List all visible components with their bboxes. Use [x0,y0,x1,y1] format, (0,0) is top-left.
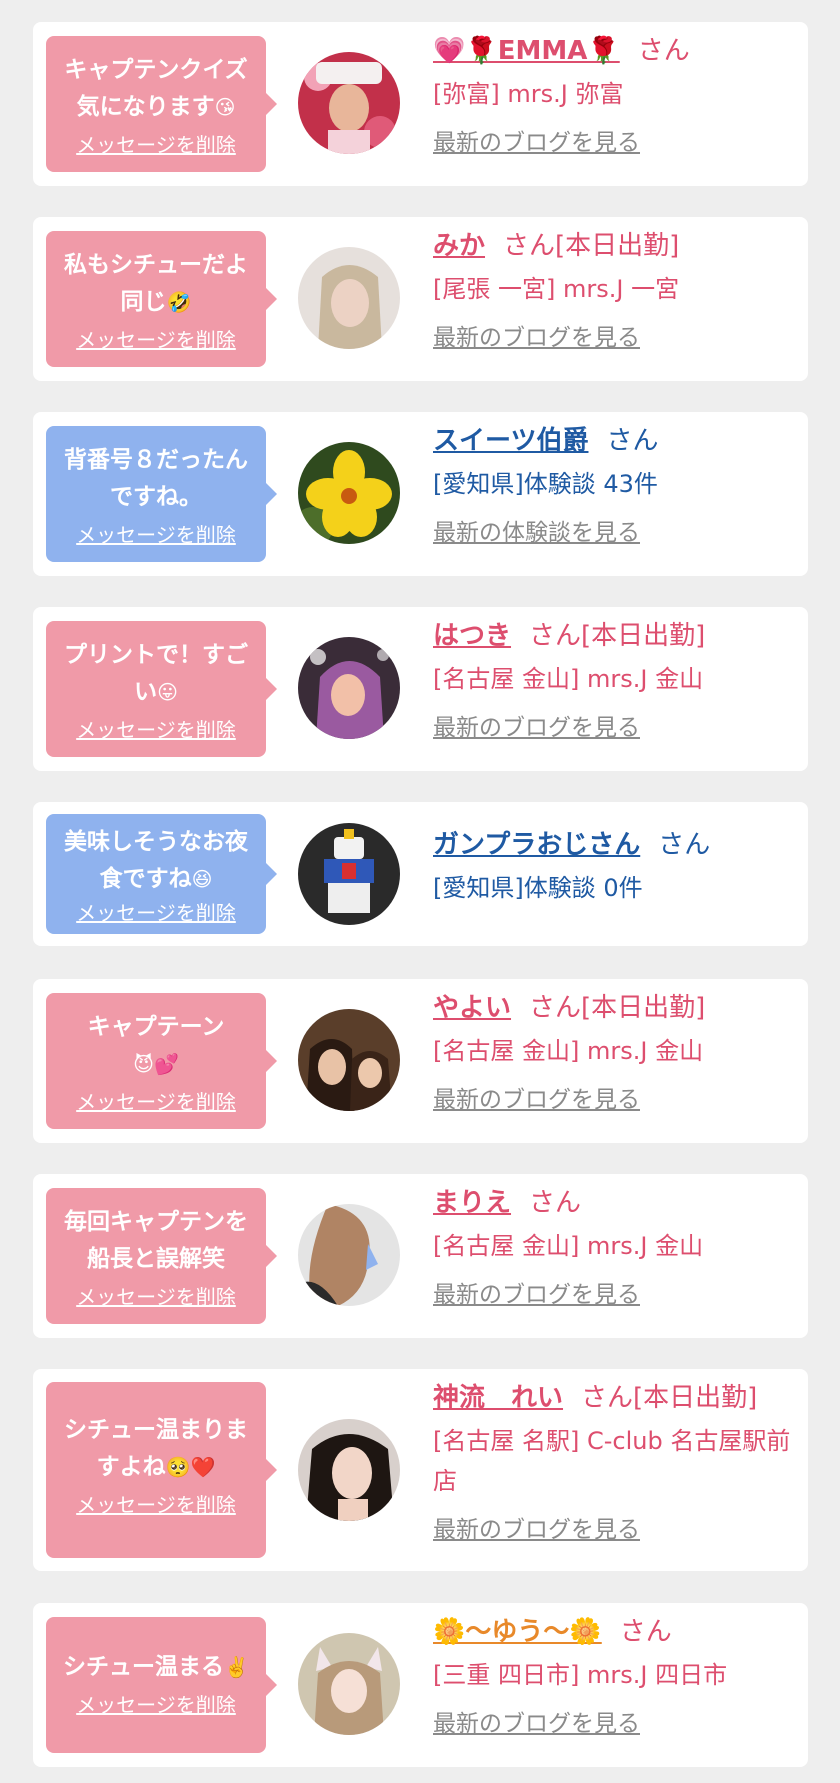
avatar-yayoi-icon [298,1009,400,1111]
avatar[interactable] [298,1419,400,1521]
avatar[interactable] [298,1204,400,1306]
message-bubble: 美味しそうなお夜 食ですね😆 メッセージを削除 [46,814,277,934]
avatar-yuu-icon [298,1633,400,1735]
delete-message-button[interactable]: メッセージを削除 [56,1692,256,1718]
sender-suffix: さん[本日出勤] [581,1383,758,1413]
message-card: 美味しそうなお夜 食ですね😆 メッセージを削除 ガンプラおじさん さん [愛知県]… [33,802,808,946]
message-bubble: 毎回キャプテンを 船長と誤解笑 メッセージを削除 [46,1188,277,1324]
sender-suffix: さん [637,36,690,66]
message-text: シチュー温まりま すよね🥺❤️ [64,1417,248,1480]
sender-name-link[interactable]: はつき [433,621,511,651]
sender-shop: [名古屋 金山] mrs.J 金山 [433,1037,704,1065]
avatar[interactable] [298,247,400,349]
sender-info: はつき さん[本日出勤] [名古屋 金山] mrs.J 金山 最新のブログを見る [433,619,798,743]
sender-name-link[interactable]: ガンプラおじさん [433,830,640,860]
sender-shop: [名古屋 金山] mrs.J 金山 [433,665,704,693]
sender-info: 🌼〜ゆう〜🌼 さん [三重 四日市] mrs.J 四日市 最新のブログを見る [433,1615,798,1739]
latest-post-link[interactable]: 最新のブログを見る [433,1709,798,1739]
sender-name-link[interactable]: 神流 れい [433,1383,563,1413]
sender-name-link[interactable]: やよい [433,993,511,1023]
avatar-gundam-icon [298,823,400,925]
delete-message-button[interactable]: メッセージを削除 [56,132,256,158]
latest-post-link[interactable]: 最新のブログを見る [433,1515,798,1545]
sender-shop: [弥富] mrs.J 弥富 [433,80,624,108]
sender-suffix: さん[本日出勤] [529,993,706,1023]
avatar[interactable] [298,637,400,739]
delete-message-button[interactable]: メッセージを削除 [56,522,256,548]
message-text: シチュー温まる✌️ [63,1654,249,1680]
latest-review-link[interactable]: 最新の体験談を見る [433,518,798,548]
sender-shop: [愛知県]体験談 0件 [433,874,643,902]
message-bubble: 背番号８だったん ですね。 メッセージを削除 [46,426,277,562]
sender-suffix: さん[本日出勤] [503,231,680,261]
sender-suffix: さん[本日出勤] [529,621,706,651]
sender-info: 神流 れい さん[本日出勤] [名古屋 名駅] C-club 名古屋駅前店 最新の… [433,1381,798,1545]
message-text: 美味しそうなお夜 食ですね😆 [64,829,248,892]
sender-info: 💗🌹EMMA🌹 さん [弥富] mrs.J 弥富 最新のブログを見る [433,34,798,158]
avatar-marie-icon [298,1204,400,1306]
sender-info: スイーツ伯爵 さん [愛知県]体験談 43件 最新の体験談を見る [433,424,798,548]
sender-info: やよい さん[本日出勤] [名古屋 金山] mrs.J 金山 最新のブログを見る [433,991,798,1115]
message-card: 背番号８だったん ですね。 メッセージを削除 スイーツ伯爵 さん [愛知県]体験談… [33,412,808,576]
message-bubble: キャプテーン 😈💕 メッセージを削除 [46,993,277,1129]
message-text: 毎回キャプテンを 船長と誤解笑 [64,1209,248,1272]
avatar-emma-icon [298,52,400,154]
sender-suffix: さん [529,1188,582,1218]
sender-shop: [尾張 一宮] mrs.J 一宮 [433,275,680,303]
message-card: 毎回キャプテンを 船長と誤解笑 メッセージを削除 まりえ さん [名古屋 金山] … [33,1174,808,1338]
avatar-yellow-flower-icon [298,442,400,544]
message-list: キャプテンクイズ 気になります😘 メッセージを削除 💗🌹EMMA🌹 さん [弥富]… [0,0,840,1783]
message-text: 私もシチューだよ 同じ🤣 [64,252,248,315]
sender-name-link[interactable]: まりえ [433,1188,511,1218]
latest-post-link[interactable]: 最新のブログを見る [433,1085,798,1115]
sender-name-link[interactable]: スイーツ伯爵 [433,426,588,456]
delete-message-button[interactable]: メッセージを削除 [56,1492,256,1518]
message-card: プリントで！すご い😛 メッセージを削除 はつき さん[本日出勤] [名古屋 金山… [33,607,808,771]
message-bubble: キャプテンクイズ 気になります😘 メッセージを削除 [46,36,277,172]
message-bubble: シチュー温まりま すよね🥺❤️ メッセージを削除 [46,1382,277,1558]
sender-name-link[interactable]: みか [433,231,485,261]
delete-message-button[interactable]: メッセージを削除 [56,327,256,353]
latest-post-link[interactable]: 最新のブログを見る [433,323,798,353]
avatar[interactable] [298,823,400,925]
sender-info: まりえ さん [名古屋 金山] mrs.J 金山 最新のブログを見る [433,1186,798,1310]
sender-shop: [名古屋 名駅] C-club 名古屋駅前店 [433,1427,791,1495]
message-bubble: シチュー温まる✌️ メッセージを削除 [46,1617,277,1753]
latest-post-link[interactable]: 最新のブログを見る [433,1280,798,1310]
sender-shop: [三重 四日市] mrs.J 四日市 [433,1661,728,1689]
avatar[interactable] [298,1633,400,1735]
message-text: プリントで！すご い😛 [64,642,248,705]
message-card: シチュー温まりま すよね🥺❤️ メッセージを削除 神流 れい さん[本日出勤] [… [33,1369,808,1571]
message-bubble: 私もシチューだよ 同じ🤣 メッセージを削除 [46,231,277,367]
sender-shop: [名古屋 金山] mrs.J 金山 [433,1232,704,1260]
sender-info: みか さん[本日出勤] [尾張 一宮] mrs.J 一宮 最新のブログを見る [433,229,798,353]
sender-suffix: さん [658,830,711,860]
sender-suffix: さん [606,426,659,456]
sender-name-link[interactable]: 💗🌹EMMA🌹 [433,36,620,66]
avatar[interactable] [298,1009,400,1111]
message-card: 私もシチューだよ 同じ🤣 メッセージを削除 みか さん[本日出勤] [尾張 一宮]… [33,217,808,381]
message-text: 背番号８だったん ですね。 [64,447,248,510]
avatar-rei-icon [298,1419,400,1521]
avatar-hatsuki-icon [298,637,400,739]
sender-shop: [愛知県]体験談 43件 [433,470,658,498]
delete-message-button[interactable]: メッセージを削除 [56,1089,256,1115]
message-text: キャプテンクイズ 気になります😘 [64,57,248,120]
sender-name-link[interactable]: 🌼〜ゆう〜🌼 [433,1617,602,1647]
avatar[interactable] [298,52,400,154]
delete-message-button[interactable]: メッセージを削除 [56,900,256,926]
message-bubble: プリントで！すご い😛 メッセージを削除 [46,621,277,757]
message-text: キャプテーン 😈💕 [87,1014,225,1076]
delete-message-button[interactable]: メッセージを削除 [56,1284,256,1310]
sender-info: ガンプラおじさん さん [愛知県]体験談 0件 [433,828,798,908]
message-card: キャプテンクイズ 気になります😘 メッセージを削除 💗🌹EMMA🌹 さん [弥富]… [33,22,808,186]
message-card: キャプテーン 😈💕 メッセージを削除 やよい さん[本日出勤] [名古屋 金山] … [33,979,808,1143]
avatar-mika-icon [298,247,400,349]
sender-suffix: さん [619,1617,672,1647]
message-card: シチュー温まる✌️ メッセージを削除 🌼〜ゆう〜🌼 さん [三重 四日市] mrs… [33,1603,808,1767]
latest-post-link[interactable]: 最新のブログを見る [433,713,798,743]
delete-message-button[interactable]: メッセージを削除 [56,717,256,743]
avatar[interactable] [298,442,400,544]
latest-post-link[interactable]: 最新のブログを見る [433,128,798,158]
